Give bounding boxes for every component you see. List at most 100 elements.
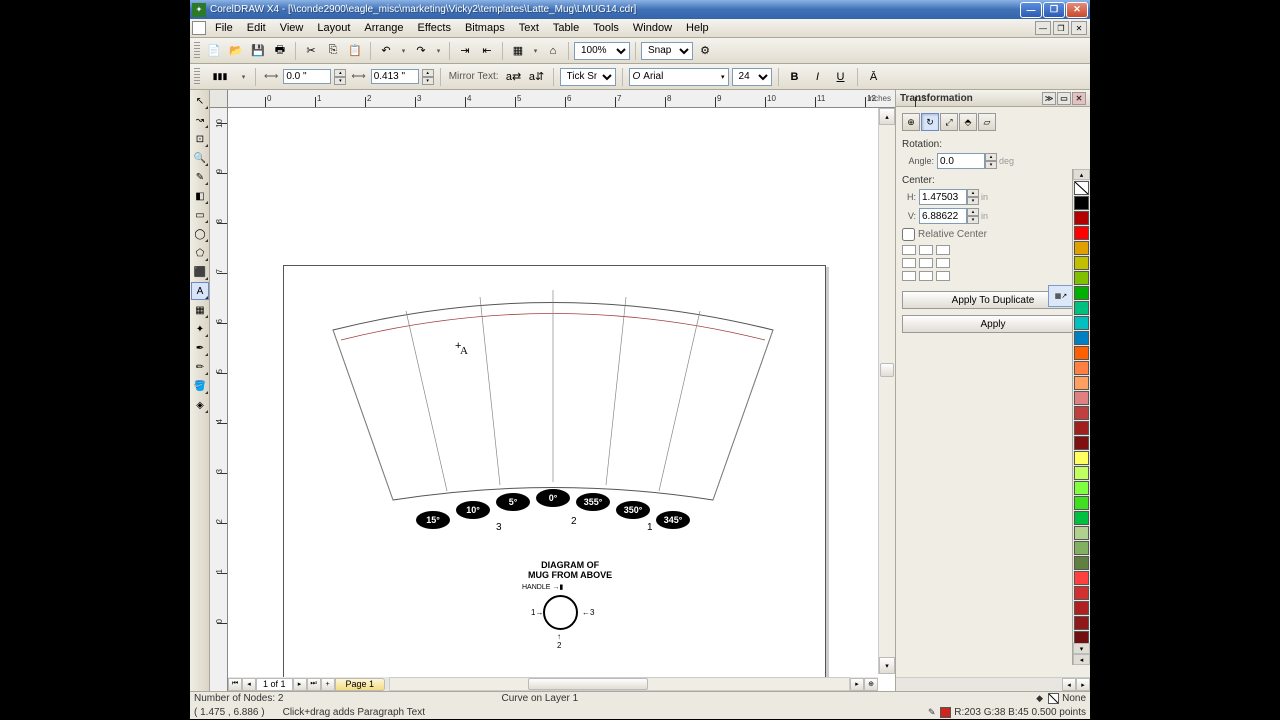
- angle-input[interactable]: [937, 153, 985, 169]
- angle-spin-down[interactable]: ▾: [985, 161, 997, 169]
- mdi-minimize-button[interactable]: —: [1035, 21, 1051, 35]
- menu-arrange[interactable]: Arrange: [357, 22, 410, 34]
- menu-table[interactable]: Table: [546, 22, 586, 34]
- color-swatch[interactable]: [1074, 376, 1089, 390]
- color-swatch[interactable]: [1074, 211, 1089, 225]
- vertical-scrollbar[interactable]: ▴ ▾: [878, 108, 895, 674]
- x-spin-down[interactable]: ▾: [334, 77, 346, 85]
- y-spin-up[interactable]: ▴: [422, 69, 434, 77]
- no-color-swatch[interactable]: [1074, 181, 1089, 195]
- anchor-ml[interactable]: [902, 258, 916, 268]
- shape-tool[interactable]: ↝: [191, 111, 209, 129]
- position-tab[interactable]: ⊕: [902, 113, 920, 131]
- color-swatch[interactable]: [1074, 346, 1089, 360]
- fill-swatch[interactable]: [1048, 693, 1059, 704]
- polygon-tool[interactable]: ⬠: [191, 244, 209, 262]
- hscroll-thumb[interactable]: [528, 678, 648, 690]
- save-button[interactable]: 💾: [248, 41, 268, 61]
- menu-bitmaps[interactable]: Bitmaps: [458, 22, 512, 34]
- rectangle-tool[interactable]: ▭: [191, 206, 209, 224]
- vscroll-up[interactable]: ▴: [879, 108, 895, 125]
- menu-text[interactable]: Text: [512, 22, 546, 34]
- color-swatch[interactable]: [1074, 256, 1089, 270]
- vscroll-thumb[interactable]: [880, 363, 894, 377]
- color-swatch[interactable]: [1074, 391, 1089, 405]
- anchor-br[interactable]: [936, 271, 950, 281]
- menu-window[interactable]: Window: [626, 22, 679, 34]
- pagenav-last[interactable]: ⏭: [307, 678, 321, 691]
- color-swatch[interactable]: [1074, 406, 1089, 420]
- palette-down-button[interactable]: ▾: [1073, 643, 1090, 654]
- interactive-blend-tool[interactable]: ✦: [191, 320, 209, 338]
- mdi-close-button[interactable]: ✕: [1071, 21, 1087, 35]
- import-button[interactable]: ⇥: [455, 41, 475, 61]
- palette-up-button[interactable]: ▴: [1073, 169, 1090, 180]
- new-button[interactable]: 📄: [204, 41, 224, 61]
- italic-button[interactable]: I: [808, 67, 828, 87]
- color-swatch[interactable]: [1074, 361, 1089, 375]
- eyedropper-tool[interactable]: ✒: [191, 339, 209, 357]
- skew-tab[interactable]: ▱: [978, 113, 996, 131]
- pick-tool[interactable]: ↖: [191, 92, 209, 110]
- x-spin-up[interactable]: ▴: [334, 69, 346, 77]
- anchor-tc[interactable]: [919, 245, 933, 255]
- docker-collapse-button[interactable]: ≫: [1042, 92, 1056, 105]
- y-offset-input[interactable]: [371, 69, 419, 84]
- presets-button[interactable]: ▮▮▮: [205, 67, 235, 87]
- relative-center-checkbox[interactable]: [902, 228, 915, 241]
- pagenav-add[interactable]: +: [321, 678, 335, 691]
- table-tool[interactable]: ▦: [191, 301, 209, 319]
- v-spin-down[interactable]: ▾: [967, 216, 979, 224]
- docker-next-button[interactable]: ▸: [1076, 678, 1090, 691]
- mdi-restore-button[interactable]: ❐: [1053, 21, 1069, 35]
- crop-tool[interactable]: ⊡: [191, 130, 209, 148]
- color-swatch[interactable]: [1074, 616, 1089, 630]
- menu-tools[interactable]: Tools: [586, 22, 626, 34]
- snapto-select[interactable]: Snap to: [641, 42, 693, 60]
- options-button[interactable]: ⚙: [695, 41, 715, 61]
- menu-effects[interactable]: Effects: [411, 22, 458, 34]
- menu-view[interactable]: View: [273, 22, 311, 34]
- apply-button[interactable]: Apply: [902, 315, 1084, 333]
- app-launcher-button[interactable]: ▦: [508, 41, 528, 61]
- color-swatch[interactable]: [1074, 331, 1089, 345]
- ruler-horizontal[interactable]: 012345678910111213: [228, 90, 895, 108]
- rotate-tab[interactable]: ↻: [921, 113, 939, 131]
- h-spin-up[interactable]: ▴: [967, 189, 979, 197]
- fill-tool[interactable]: 🪣: [191, 377, 209, 395]
- presets-dropdown[interactable]: ▾: [238, 68, 249, 86]
- color-swatch[interactable]: [1074, 316, 1089, 330]
- window-minimize-button[interactable]: —: [1020, 2, 1042, 18]
- color-swatch[interactable]: [1074, 496, 1089, 510]
- font-size-select[interactable]: 24 pt: [732, 68, 772, 86]
- underline-button[interactable]: U: [831, 67, 851, 87]
- pagenav-next[interactable]: ▸: [293, 678, 307, 691]
- mirror-v-button[interactable]: a⇵: [527, 67, 547, 87]
- color-swatch[interactable]: [1074, 226, 1089, 240]
- smart-fill-tool[interactable]: ◧: [191, 187, 209, 205]
- window-maximize-button[interactable]: ❐: [1043, 2, 1065, 18]
- menu-layout[interactable]: Layout: [310, 22, 357, 34]
- palette-flyout-button[interactable]: ◂: [1073, 654, 1090, 665]
- color-swatch[interactable]: [1074, 541, 1089, 555]
- anchor-mc[interactable]: [919, 258, 933, 268]
- angle-spin-up[interactable]: ▴: [985, 153, 997, 161]
- copy-button[interactable]: ⎘: [323, 41, 343, 61]
- anchor-bl[interactable]: [902, 271, 916, 281]
- char-format-button[interactable]: Ā: [864, 67, 884, 87]
- menu-file[interactable]: File: [208, 22, 240, 34]
- pagenav-first[interactable]: ⏮: [228, 678, 242, 691]
- window-close-button[interactable]: ✕: [1066, 2, 1088, 18]
- color-swatch[interactable]: [1074, 421, 1089, 435]
- color-swatch[interactable]: [1074, 286, 1089, 300]
- docker-toggle[interactable]: ⊕: [864, 678, 878, 691]
- docker-prev-button[interactable]: ◂: [1062, 678, 1076, 691]
- scale-tab[interactable]: ⤢: [940, 113, 958, 131]
- v-spin-up[interactable]: ▴: [967, 208, 979, 216]
- center-v-input[interactable]: [919, 208, 967, 224]
- undo-button[interactable]: ↶: [376, 41, 396, 61]
- anchor-tl[interactable]: [902, 245, 916, 255]
- print-button[interactable]: 🖶: [270, 41, 290, 61]
- color-swatch[interactable]: [1074, 436, 1089, 450]
- size-tab[interactable]: ⬘: [959, 113, 977, 131]
